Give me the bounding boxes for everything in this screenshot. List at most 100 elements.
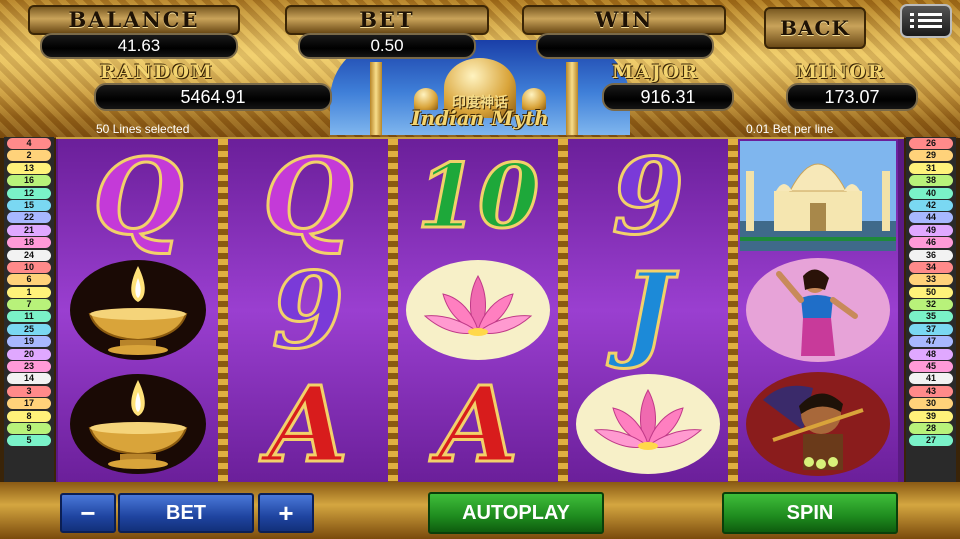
right-line-indicators: 26 29 31 38 40 42 44 49 46 36 34 33 50 32 35 37 47 48 45 41… (906, 137, 956, 485)
line-number-badge: 40 (909, 187, 953, 199)
increase-bet-button[interactable]: + (258, 493, 314, 533)
menu-bar (918, 13, 942, 16)
line-number-badge: 24 (7, 249, 51, 261)
symbol-a: A (266, 361, 350, 487)
reel-symbol-letter: 10 (398, 139, 558, 253)
line-number-badge: 14 (7, 373, 51, 385)
line-number-badge: 11 (7, 311, 51, 323)
reel-symbol-letter: A (398, 361, 558, 487)
reel-divider (218, 139, 228, 482)
reel-symbol-letter: Q (228, 133, 388, 259)
line-number-badge: 18 (7, 237, 51, 249)
line-number-badge: 43 (909, 385, 953, 397)
win-label: WIN (522, 5, 726, 35)
line-number-badge: 6 (7, 274, 51, 286)
reel-symbol-letter: Q (58, 133, 218, 259)
line-number-badge: 47 (909, 336, 953, 348)
line-number-badge: 15 (7, 199, 51, 211)
line-number-badge: 34 (909, 261, 953, 273)
line-number-badge: 10 (7, 261, 51, 273)
minor-label: MINOR (796, 61, 886, 83)
reel-1: Q (58, 133, 218, 482)
lotus-flower-icon (568, 367, 728, 481)
warrior-icon (738, 367, 898, 481)
menu-dot (910, 19, 914, 22)
line-number-badge: 32 (909, 299, 953, 311)
hamburger-menu-icon[interactable] (900, 4, 952, 38)
line-number-badge: 17 (7, 398, 51, 410)
bet-label: BET (285, 5, 489, 35)
line-number-badge: 19 (7, 336, 51, 348)
line-number-badge: 33 (909, 274, 953, 286)
reel-4: 9J (568, 133, 728, 482)
line-number-badge: 23 (7, 361, 51, 373)
line-number-badge: 38 (909, 175, 953, 187)
line-number-badge: 8 (7, 410, 51, 422)
line-number-badge: 16 (7, 175, 51, 187)
symbol-a: A (436, 361, 520, 487)
menu-bar (918, 19, 942, 22)
minor-value: 173.07 (786, 83, 918, 111)
left-line-indicators: 4 2 13 16 12 15 22 21 18 24 10 6 1 7 11 25 19 20 23 14 3 17 8 9… (4, 137, 54, 485)
menu-bar (918, 25, 942, 28)
bet-button[interactable]: BET (118, 493, 254, 533)
win-value (536, 33, 714, 59)
spin-button[interactable]: SPIN (722, 492, 898, 534)
major-label: MAJOR (612, 61, 700, 83)
reel-5 (738, 139, 898, 482)
menu-dot (910, 13, 914, 16)
line-number-badge: 25 (7, 323, 51, 335)
menu-dot (910, 25, 914, 28)
line-number-badge: 7 (7, 299, 51, 311)
reel-symbol-letter: 9 (228, 247, 388, 373)
line-number-badge: 4 (7, 138, 51, 149)
reel-symbol-letter: J (568, 247, 728, 373)
line-number-badge: 5 (7, 435, 51, 447)
autoplay-button[interactable]: AUTOPLAY (428, 492, 604, 534)
reel-area: Q Q 9 A 10 A9J (56, 133, 904, 487)
reel-divider (388, 139, 398, 482)
line-number-badge: 30 (909, 398, 953, 410)
diya-lamp-icon (58, 253, 218, 367)
reel-symbol-letter: 9 (568, 133, 728, 259)
reel-2: Q9A (228, 133, 388, 487)
line-number-badge: 26 (909, 138, 953, 149)
logo-title: Indian Myth (411, 106, 549, 130)
line-number-badge: 13 (7, 162, 51, 174)
reel-divider (728, 139, 738, 482)
back-button[interactable]: BACK (764, 7, 866, 49)
line-number-badge: 46 (909, 237, 953, 249)
line-number-badge: 22 (7, 212, 51, 224)
line-number-badge: 49 (909, 224, 953, 236)
taj-mahal-icon (738, 139, 898, 253)
bet-value: 0.50 (298, 33, 476, 59)
major-value: 916.31 (602, 83, 734, 111)
line-number-badge: 20 (7, 348, 51, 360)
line-number-badge: 1 (7, 286, 51, 298)
line-number-badge: 41 (909, 373, 953, 385)
line-number-badge: 21 (7, 224, 51, 236)
line-number-badge: 29 (909, 150, 953, 162)
line-number-badge: 36 (909, 249, 953, 261)
symbol-q: Q (261, 133, 355, 259)
line-number-badge: 39 (909, 410, 953, 422)
symbol-10: 10 (415, 143, 540, 250)
line-number-badge: 45 (909, 361, 953, 373)
random-jackpot-value: 5464.91 (94, 83, 332, 111)
line-number-badge: 9 (7, 422, 51, 434)
line-number-badge: 27 (909, 435, 953, 447)
decrease-bet-button[interactable]: − (60, 493, 116, 533)
symbol-j: J (622, 247, 674, 373)
diya-lamp-icon (58, 367, 218, 481)
bet-per-line-text: 0.01 Bet per line (746, 122, 834, 136)
line-number-badge: 42 (909, 199, 953, 211)
line-number-badge: 35 (909, 311, 953, 323)
dancer-icon (738, 253, 898, 367)
line-number-badge: 31 (909, 162, 953, 174)
lotus-flower-icon (398, 253, 558, 367)
line-number-badge: 48 (909, 348, 953, 360)
line-number-badge: 37 (909, 323, 953, 335)
line-number-badge: 44 (909, 212, 953, 224)
line-number-badge: 28 (909, 422, 953, 434)
balance-value: 41.63 (40, 33, 238, 59)
